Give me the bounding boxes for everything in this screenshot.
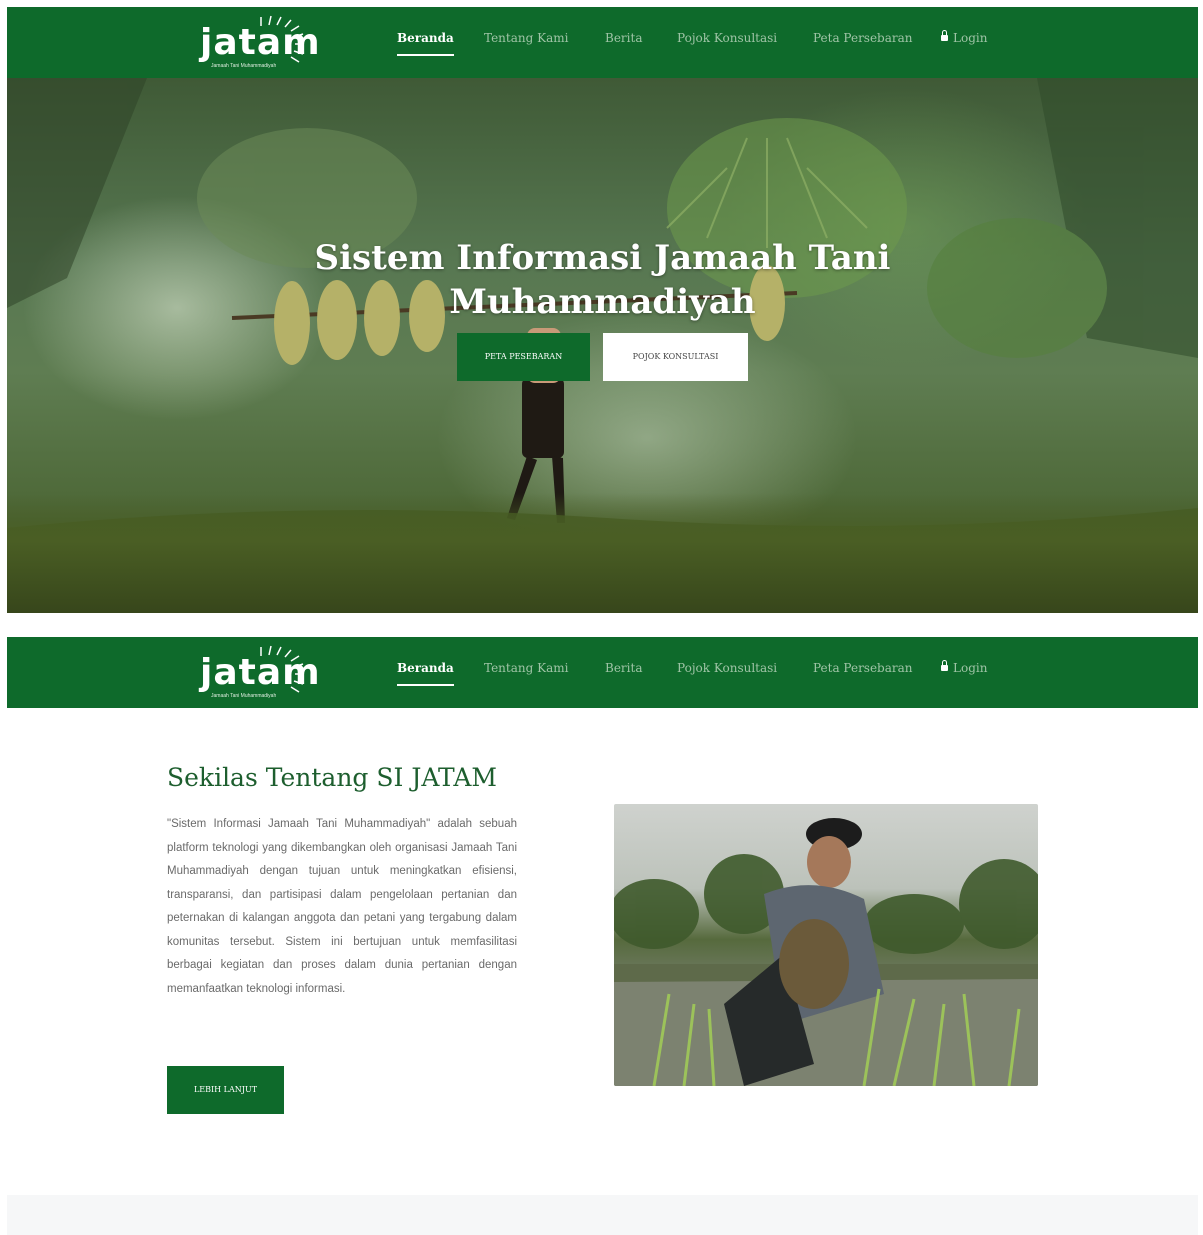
about-title: Sekilas Tentang SI JATAM [167,763,497,792]
peta-pesebaran-button[interactable]: PETA PESEBARAN [457,333,590,381]
lock-icon [941,660,948,671]
farmer-image [614,818,1038,1086]
lebih-lanjut-button[interactable]: LEBIH LANJUT [167,1066,284,1114]
nav-beranda[interactable]: Beranda [397,31,454,56]
logo-tagline: Jamaah Tani Muhammadiyah [211,693,277,699]
nav-tentang-kami[interactable]: Tentang Kami [484,661,568,685]
nav-berita[interactable]: Berita [605,31,642,55]
hero-title-line1: Sistem Informasi Jamaah Tani [314,238,891,278]
hero-title: Sistem Informasi Jamaah Tani Muhammadiya… [7,236,1198,324]
nav-pojok-konsultasi[interactable]: Pojok Konsultasi [677,661,777,685]
nav-tentang-kami[interactable]: Tentang Kami [484,31,568,55]
nav-berita[interactable]: Berita [605,661,642,685]
nav-login-label: Login [953,31,988,45]
logo-tagline: Jamaah Tani Muhammadiyah [211,63,277,69]
about-paragraph: "Sistem Informasi Jamaah Tani Muhammadiy… [167,818,517,995]
hero-screenshot: jatam Jamaah Tani Muhammadiyah Beranda T… [7,7,1198,613]
nav-login[interactable]: Login [941,30,988,55]
navbar: jatam Jamaah Tani Muhammadiyah Beranda T… [7,7,1198,78]
logo-wordmark: jatam [200,22,321,63]
farmer-photo [614,804,1038,1086]
nav-pojok-konsultasi[interactable]: Pojok Konsultasi [677,31,777,55]
site-logo[interactable]: jatam Jamaah Tani Muhammadiyah [197,13,327,75]
nav-peta-persebaran[interactable]: Peta Persebaran [813,661,913,685]
about-screenshot: jatam Jamaah Tani Muhammadiyah Beranda T… [7,637,1198,1235]
next-section-strip [7,1195,1198,1235]
nav-peta-persebaran[interactable]: Peta Persebaran [813,31,913,55]
site-logo[interactable]: jatam Jamaah Tani Muhammadiyah [197,643,327,705]
lock-icon [941,30,948,41]
nav-login-label: Login [953,661,988,675]
hero-grass [7,493,1198,613]
pojok-konsultasi-button[interactable]: POJOK KONSULTASI [603,333,748,381]
hero-banner: Sistem Informasi Jamaah Tani Muhammadiya… [7,78,1198,613]
nav-login[interactable]: Login [941,660,988,685]
logo-wordmark: jatam [200,652,321,693]
hero-title-line2: Muhammadiyah [449,282,756,322]
nav-beranda[interactable]: Beranda [397,661,454,686]
navbar: jatam Jamaah Tani Muhammadiyah Beranda T… [7,637,1198,708]
